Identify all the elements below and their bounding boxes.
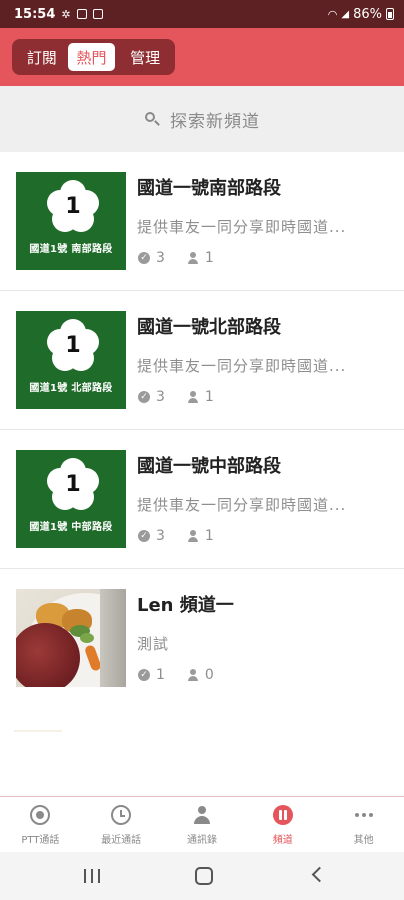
status-bar: 15:54 ✲ ◠ ◢ 86% xyxy=(0,0,404,28)
check-count: 3 xyxy=(156,528,165,544)
tab-manage[interactable]: 管理 xyxy=(119,43,171,71)
recents-button[interactable] xyxy=(81,866,105,886)
channel-stats: ✓ 1 0 xyxy=(138,667,214,683)
search-icon xyxy=(144,111,160,127)
tab-subscribed[interactable]: 訂閱 xyxy=(16,43,68,71)
user-icon xyxy=(187,530,199,542)
highway-sign-image: 1 國道1號 中部路段 xyxy=(16,450,126,548)
tab-more[interactable]: 其他 xyxy=(323,797,404,853)
check-icon: ✓ xyxy=(138,530,150,542)
tab-contacts[interactable]: 通訊錄 xyxy=(162,797,243,853)
segmented-control: 訂閱 熱門 管理 xyxy=(12,39,175,75)
flower-icon: 1 xyxy=(46,180,100,234)
flower-icon: 1 xyxy=(46,319,100,373)
highway-number: 1 xyxy=(65,194,81,219)
user-count: 1 xyxy=(204,389,214,405)
image-caption: 國道1號 南部路段 xyxy=(29,244,113,255)
user-icon xyxy=(187,669,199,681)
channel-stats: ✓ 3 1 xyxy=(138,250,214,266)
image-caption: 國道1號 北部路段 xyxy=(29,383,113,394)
channel-title: 國道一號北部路段 xyxy=(137,317,281,338)
contacts-icon xyxy=(192,805,212,825)
user-icon xyxy=(187,252,199,264)
channel-item[interactable]: 1 國道1號 南部路段 國道一號南部路段 提供車友一同分享即時國道... ✓ 3… xyxy=(0,152,404,291)
system-nav-bar xyxy=(0,852,404,900)
tab-label: 其他 xyxy=(353,835,374,846)
check-count: 3 xyxy=(156,389,165,405)
channel-item[interactable]: 1 國道1號 中部路段 國道一號中部路段 提供車友一同分享即時國道... ✓ 3… xyxy=(0,430,404,569)
notification-icon xyxy=(76,9,87,19)
channel-item[interactable]: 1 國道1號 北部路段 國道一號北部路段 提供車友一同分享即時國道... ✓ 3… xyxy=(0,291,404,430)
signal-icon: ◢ xyxy=(341,8,350,20)
tab-channels[interactable]: 頻道 xyxy=(242,797,323,853)
app-header: 訂閱 熱門 管理 xyxy=(0,28,404,86)
food-photo xyxy=(16,589,126,687)
home-button[interactable] xyxy=(192,866,216,886)
battery-percent: 86% xyxy=(353,6,382,22)
image-caption: 國道1號 中部路段 xyxy=(29,522,113,533)
more-icon xyxy=(354,805,373,825)
flower-icon: 1 xyxy=(46,458,100,512)
check-icon: ✓ xyxy=(138,669,150,681)
wifi-icon: ◠ xyxy=(327,7,338,21)
user-count: 1 xyxy=(204,528,214,544)
tab-ptt-call[interactable]: PTT通話 xyxy=(0,797,81,853)
user-count: 1 xyxy=(204,250,214,266)
divider xyxy=(14,730,62,732)
channel-description: 提供車友一同分享即時國道... xyxy=(137,357,347,375)
tab-popular[interactable]: 熱門 xyxy=(67,43,116,71)
channel-stats: ✓ 3 1 xyxy=(138,389,214,405)
app-icon xyxy=(92,9,103,19)
check-count: 1 xyxy=(156,667,165,683)
channel-title: 國道一號中部路段 xyxy=(137,456,281,477)
recent-calls-icon xyxy=(111,805,132,825)
channel-icon xyxy=(272,805,293,825)
channel-list: 1 國道1號 南部路段 國道一號南部路段 提供車友一同分享即時國道... ✓ 3… xyxy=(0,152,404,708)
channel-title: 國道一號南部路段 xyxy=(137,178,281,199)
channel-description: 測試 xyxy=(137,635,170,653)
search-bar[interactable]: 探索新頻道 xyxy=(0,86,404,152)
user-icon xyxy=(187,391,199,403)
battery-icon xyxy=(386,8,394,20)
bottom-tab-bar: PTT通話 最近通話 通訊錄 頻道 其他 xyxy=(0,796,404,852)
check-icon: ✓ xyxy=(138,391,150,403)
back-button[interactable] xyxy=(306,866,330,886)
tab-label: PTT通話 xyxy=(21,835,60,846)
search-placeholder: 探索新頻道 xyxy=(170,111,260,132)
channel-description: 提供車友一同分享即時國道... xyxy=(137,496,347,514)
tab-label: 最近通話 xyxy=(101,835,142,846)
channel-description: 提供車友一同分享即時國道... xyxy=(137,218,347,236)
highway-sign-image: 1 國道1號 南部路段 xyxy=(16,172,126,270)
check-icon: ✓ xyxy=(138,252,150,264)
check-count: 3 xyxy=(156,250,165,266)
channel-item[interactable]: Len 頻道一 測試 ✓ 1 0 xyxy=(0,569,404,708)
highway-number: 1 xyxy=(65,472,81,497)
user-count: 0 xyxy=(204,667,214,683)
tab-recent-calls[interactable]: 最近通話 xyxy=(81,797,162,853)
highway-sign-image: 1 國道1號 北部路段 xyxy=(16,311,126,409)
tab-label: 頻道 xyxy=(272,835,293,846)
status-time: 15:54 xyxy=(14,6,56,22)
channel-title: Len 頻道一 xyxy=(137,595,234,616)
ptt-icon xyxy=(30,805,51,825)
channel-stats: ✓ 3 1 xyxy=(138,528,214,544)
highway-number: 1 xyxy=(65,333,81,358)
settings-icon: ✲ xyxy=(61,7,71,21)
tab-label: 通訊錄 xyxy=(186,835,217,846)
